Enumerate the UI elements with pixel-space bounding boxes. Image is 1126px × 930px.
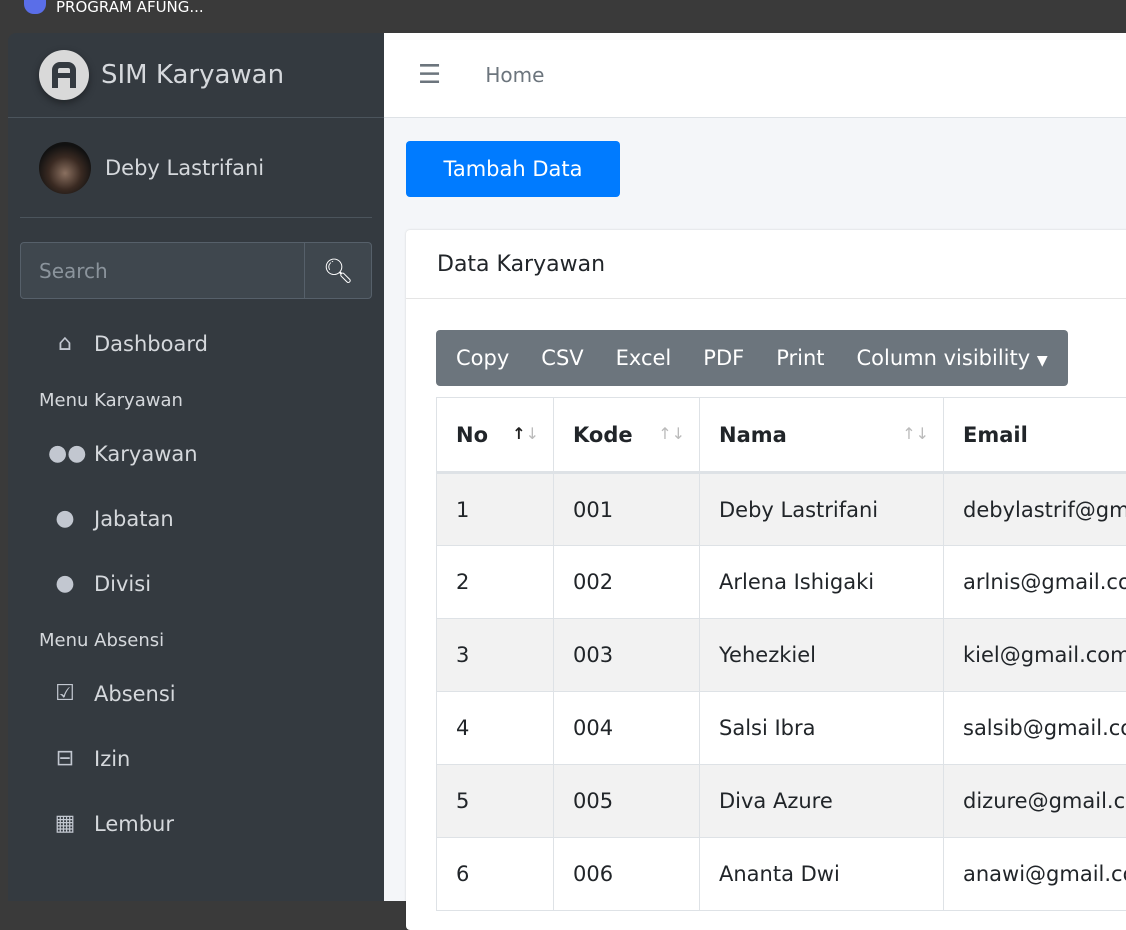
print-button[interactable]: Print [760, 346, 840, 370]
table-cell: 3 [437, 619, 554, 692]
table-cell: debylastrif@gma [944, 473, 1126, 546]
nav-label: Dashboard [94, 332, 208, 356]
table-cell: 004 [554, 692, 700, 765]
table-row: 5005Diva Azuredizure@gmail.co [437, 765, 1126, 838]
csv-button[interactable]: CSV [525, 346, 599, 370]
nav-label: Absensi [94, 682, 176, 706]
table-row: 3003Yehezkielkiel@gmail.com [437, 619, 1126, 692]
menu-toggle-icon[interactable]: ☰ [418, 60, 441, 90]
nav-label: Divisi [94, 572, 151, 596]
search-input[interactable] [21, 243, 304, 298]
nav-label: Lembur [94, 812, 174, 836]
brand-link[interactable]: SIM Karyawan [8, 33, 384, 118]
data-card: Data Karyawan Copy CSV Excel PDF Print C… [406, 230, 1126, 930]
user-name[interactable]: Deby Lastrifani [105, 156, 264, 180]
column-visibility-button[interactable]: Column visibility ▼ [841, 346, 1064, 370]
table-cell: Yehezkiel [700, 619, 944, 692]
table-cell: 002 [554, 546, 700, 619]
table-cell: 6 [437, 838, 554, 911]
header-label: Nama [719, 423, 787, 447]
table-cell: anawi@gmail.co [944, 838, 1126, 911]
table-row: 2002Arlena Ishigakiarlnis@gmail.cor [437, 546, 1126, 619]
user-tag-icon: ● [48, 506, 82, 531]
calendar-minus-icon: ⊟ [48, 746, 82, 771]
user-shield-icon: ● [48, 571, 82, 596]
calendar-check-icon: ☑ [48, 681, 82, 706]
sidebar-item-absensi[interactable]: ☑ Absensi [8, 661, 384, 726]
app-icon [24, 0, 46, 14]
sort-icon: ↑↓ [902, 424, 929, 443]
table-cell: 006 [554, 838, 700, 911]
home-link[interactable]: Home [485, 63, 544, 87]
add-data-button[interactable]: Tambah Data [406, 141, 620, 197]
table-cell: Arlena Ishigaki [700, 546, 944, 619]
top-navbar: ☰ Home [384, 33, 1126, 118]
nav-label: Izin [94, 747, 130, 771]
table-cell: 4 [437, 692, 554, 765]
sort-asc-icon: ↑↓ [512, 424, 539, 443]
brand-logo-icon [39, 50, 89, 100]
table-cell: 5 [437, 765, 554, 838]
column-header-email[interactable]: Email [944, 398, 1126, 473]
sidebar-item-lembur[interactable]: ▦ Lembur [8, 791, 384, 856]
table-cell: 001 [554, 473, 700, 546]
table-cell: kiel@gmail.com [944, 619, 1126, 692]
user-panel[interactable]: Deby Lastrifani [20, 118, 372, 218]
employee-table: No ↑↓ Kode ↑↓ Nama ↑↓ Email 1001Deby Lastri… [436, 397, 1126, 911]
sidebar-item-dashboard[interactable]: ⌂ Dashboard [8, 311, 384, 376]
caret-down-icon: ▼ [1037, 353, 1048, 369]
column-header-no[interactable]: No ↑↓ [437, 398, 554, 473]
sidebar-search: 🔍︎ [20, 242, 372, 299]
table-cell: 1 [437, 473, 554, 546]
export-buttons: Copy CSV Excel PDF Print Column visibili… [436, 330, 1068, 386]
table-cell: Deby Lastrifani [700, 473, 944, 546]
column-visibility-label: Column visibility [857, 346, 1031, 370]
avatar [39, 142, 91, 194]
sidebar-item-divisi[interactable]: ● Divisi [8, 551, 384, 616]
nav-header-absensi: Menu Absensi [8, 616, 384, 661]
table-cell: Salsi Ibra [700, 692, 944, 765]
column-header-kode[interactable]: Kode ↑↓ [554, 398, 700, 473]
table-row: 6006Ananta Dwianawi@gmail.co [437, 838, 1126, 911]
copy-button[interactable]: Copy [440, 346, 525, 370]
nav-header-karyawan: Menu Karyawan [8, 376, 384, 421]
table-row: 1001Deby Lastrifanidebylastrif@gma [437, 473, 1126, 546]
sidebar-item-jabatan[interactable]: ● Jabatan [8, 486, 384, 551]
sidebar-item-izin[interactable]: ⊟ Izin [8, 726, 384, 791]
users-icon: ●● [48, 441, 82, 466]
table-cell: 2 [437, 546, 554, 619]
table-cell: Ananta Dwi [700, 838, 944, 911]
header-label: No [456, 423, 488, 447]
search-icon: 🔍︎ [323, 257, 353, 285]
calendar-icon: ▦ [48, 811, 82, 836]
pdf-button[interactable]: PDF [687, 346, 760, 370]
nav-label: Jabatan [94, 507, 174, 531]
home-icon: ⌂ [48, 331, 82, 356]
table-cell: dizure@gmail.co [944, 765, 1126, 838]
sort-icon: ↑↓ [658, 424, 685, 443]
window-titlebar: PROGRAM AFUNG... [0, 0, 1126, 33]
table-cell: Diva Azure [700, 765, 944, 838]
card-title: Data Karyawan [406, 230, 1126, 299]
window-title: PROGRAM AFUNG... [56, 0, 204, 16]
table-cell: arlnis@gmail.cor [944, 546, 1126, 619]
table-cell: salsib@gmail.co [944, 692, 1126, 765]
column-header-nama[interactable]: Nama ↑↓ [700, 398, 944, 473]
table-cell: 005 [554, 765, 700, 838]
brand-text: SIM Karyawan [101, 60, 284, 90]
header-label: Kode [573, 423, 633, 447]
table-cell: 003 [554, 619, 700, 692]
sidebar: SIM Karyawan Deby Lastrifani 🔍︎ ⌂ Dashboa… [8, 33, 384, 901]
sidebar-item-karyawan[interactable]: ●● Karyawan [8, 421, 384, 486]
main-content: ☰ Home Tambah Data Data Karyawan Copy CSV… [384, 33, 1126, 901]
table-row: 4004Salsi Ibrasalsib@gmail.co [437, 692, 1126, 765]
header-label: Email [963, 423, 1028, 447]
nav-label: Karyawan [94, 442, 198, 466]
search-button[interactable]: 🔍︎ [304, 243, 371, 298]
excel-button[interactable]: Excel [600, 346, 688, 370]
